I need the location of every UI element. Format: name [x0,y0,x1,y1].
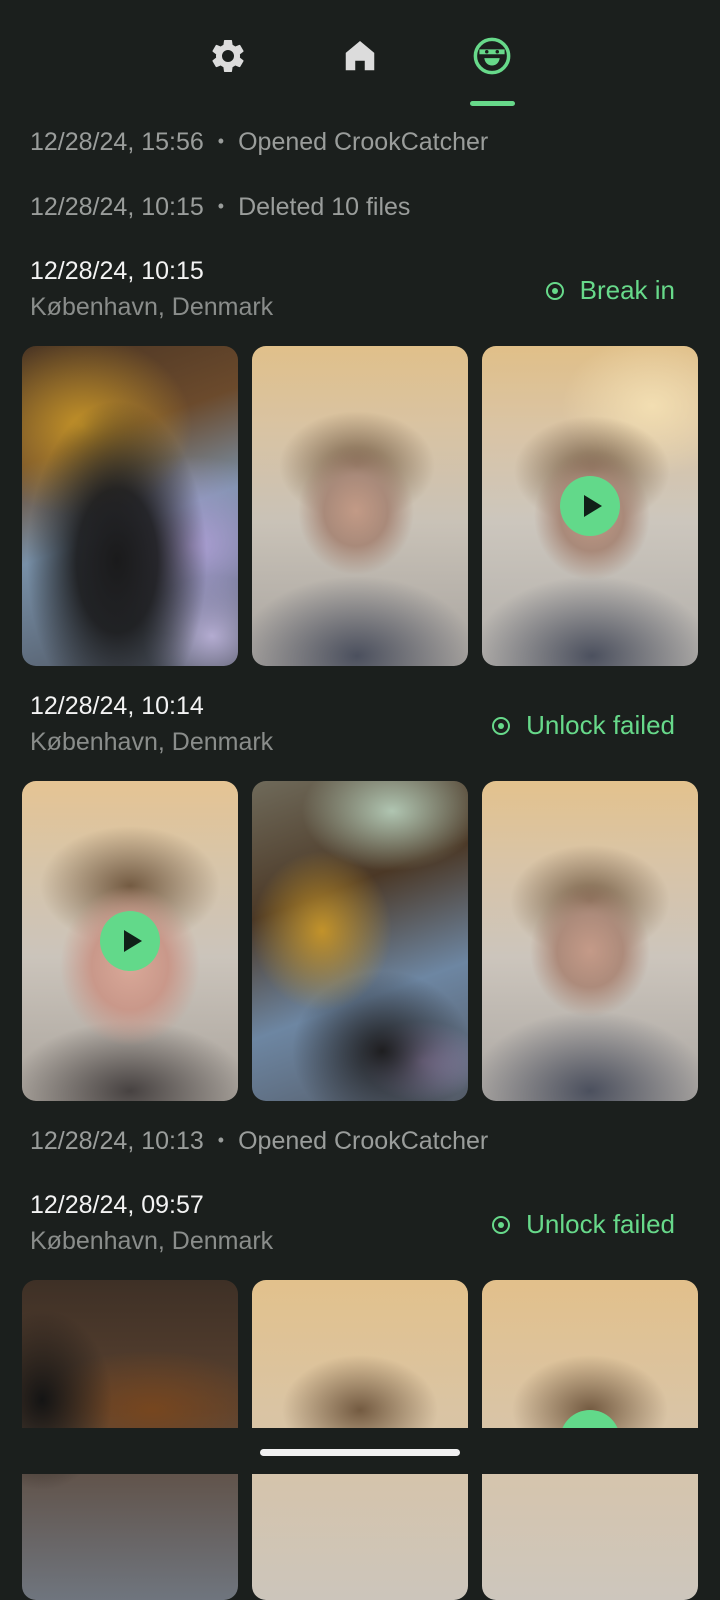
capture-video[interactable] [482,346,698,666]
log-time: 12/28/24, 10:13 [30,1127,204,1155]
event-time: 12/28/24, 09:57 [30,1191,204,1219]
event-location: København, Denmark [30,293,274,321]
play-icon[interactable] [100,911,160,971]
home-tab[interactable] [332,28,388,84]
event-type[interactable]: Break in [545,275,675,306]
active-tab-indicator [470,101,515,106]
event-time: 12/28/24, 10:15 [30,257,204,285]
event-location: København, Denmark [30,728,274,756]
log-text: Deleted 10 files [238,193,411,221]
event-time: 12/28/24, 10:14 [30,692,204,720]
capture-photo[interactable] [252,781,468,1101]
home-icon [345,40,375,71]
event-type-label: Unlock failed [526,1209,675,1239]
event-type-label: Unlock failed [526,710,675,740]
separator-dot: • [217,196,225,216]
log-entry: 12/28/24, 15:56 • Opened CrookCatcher [30,128,488,157]
play-icon[interactable] [560,476,620,536]
log-text: Opened CrookCatcher [238,128,489,156]
log-text: Opened CrookCatcher [238,1127,489,1155]
target-icon [545,281,564,300]
capture-photo[interactable] [22,346,238,666]
event-type[interactable]: Unlock failed [492,710,675,741]
event-type-label: Break in [579,275,675,305]
top-navigation [0,0,720,120]
separator-dot: • [217,1130,225,1150]
capture-photo[interactable] [252,346,468,666]
gear-icon [212,39,244,72]
separator-dot: • [217,131,225,151]
capture-photo[interactable] [482,781,698,1101]
log-entry: 12/28/24, 10:13 • Opened CrookCatcher [30,1127,488,1156]
log-time: 12/28/24, 10:15 [30,193,204,221]
crook-tab[interactable] [464,28,520,84]
home-indicator[interactable] [260,1449,460,1456]
log-entry: 12/28/24, 10:15 • Deleted 10 files [30,193,410,222]
event-location: København, Denmark [30,1227,274,1255]
masked-face-icon [473,37,511,75]
event-type[interactable]: Unlock failed [492,1209,675,1240]
log-time: 12/28/24, 15:56 [30,128,204,156]
target-icon [492,1215,511,1234]
target-icon [492,716,511,735]
capture-video[interactable] [22,781,238,1101]
settings-tab[interactable] [200,28,256,84]
